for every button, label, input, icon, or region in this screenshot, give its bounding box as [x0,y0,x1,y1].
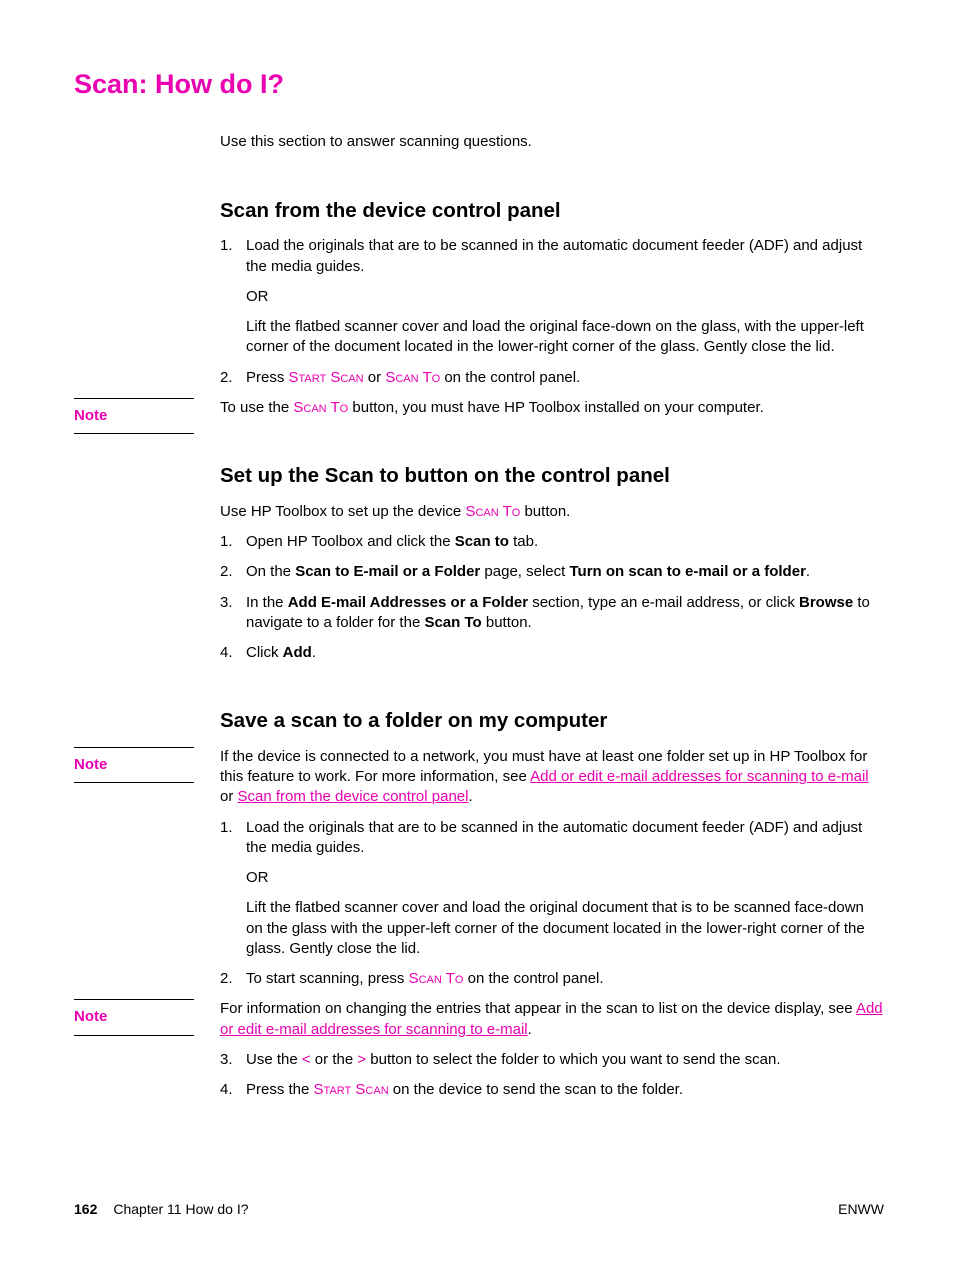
scan-to-label-3: Scan To [465,503,520,520]
s1-note-post: button, you must have HP Toolbox install… [348,399,764,416]
scan-to-bold: Scan to [455,533,509,550]
s3-note2-post: . [528,1021,532,1038]
s2-step4-post: . [312,644,316,661]
section1-heading: Scan from the device control panel [220,197,884,225]
s2-step1-pre: Open HP Toolbox and click the [246,533,455,550]
s3-step2-pre: To start scanning, press [246,970,409,987]
page-title: Scan: How do I? [74,66,884,102]
s1-note: To use the Scan To button, you must have… [220,398,884,418]
s1-step2-post: on the control panel. [440,369,580,386]
s2-step1: Open HP Toolbox and click the Scan to ta… [220,532,884,552]
s1-or: OR [246,287,884,307]
gt-symbol: > [357,1051,366,1068]
scan-to-label-4: Scan To [409,970,464,987]
s2-intro-pre: Use HP Toolbox to set up the device [220,503,465,520]
s3-step4-post: on the device to send the scan to the fo… [389,1081,683,1098]
scan-to-bold-2: Scan To [424,614,481,631]
add-email-bold: Add E-mail Addresses or a Folder [288,594,528,611]
note-label-3: Note [74,999,194,1035]
s3-step1a: Load the originals that are to be scanne… [246,819,862,856]
s1-step2-or: or [364,369,386,386]
s3-step4: Press the Start Scan on the device to se… [220,1080,884,1100]
scan-to-label-2: Scan To [293,399,348,416]
s2-step4-pre: Click [246,644,283,661]
s3-step2-post: on the control panel. [463,970,603,987]
s1-step1a: Load the originals that are to be scanne… [246,237,862,274]
s3-step3-post: button to select the folder to which you… [366,1051,780,1068]
s1-step1b: Lift the flatbed scanner cover and load … [246,317,884,358]
s3-note2-pre: For information on changing the entries … [220,1000,856,1017]
s2-step1-post: tab. [509,533,538,550]
s2-intro: Use HP Toolbox to set up the device Scan… [220,502,884,522]
chapter-label: Chapter 11 How do I? [113,1200,248,1219]
scan-to-email-folder: Scan to E-mail or a Folder [295,563,480,580]
s2-step2-pre: On the [246,563,295,580]
intro-text: Use this section to answer scanning ques… [220,132,884,152]
s3-step2: To start scanning, press Scan To on the … [220,969,884,989]
s2-intro-post: button. [520,503,570,520]
s2-step3-post: button. [482,614,532,631]
add-bold: Add [283,644,312,661]
s3-note1-post: . [468,788,472,805]
s3-or: OR [246,868,884,888]
s2-step2-post: . [806,563,810,580]
s2-step3: In the Add E-mail Addresses or a Folder … [220,593,884,634]
start-scan-label: Start Scan [289,369,364,386]
s3-step3-mid: or the [311,1051,358,1068]
s1-note-pre: To use the [220,399,293,416]
scan-to-label: Scan To [385,369,440,386]
s3-step1b: Lift the flatbed scanner cover and load … [246,898,884,959]
s3-step3-pre: Use the [246,1051,302,1068]
s1-step2-pre: Press [246,369,289,386]
link-add-edit-email[interactable]: Add or edit e-mail addresses for scannin… [530,768,869,785]
s3-note1-mid: or [220,788,238,805]
s3-note2: For information on changing the entries … [220,999,884,1040]
page-number: 162 [74,1200,97,1219]
s2-step4: Click Add. [220,643,884,663]
footer-right: ENWW [838,1200,884,1219]
s3-note1: If the device is connected to a network,… [220,747,884,808]
section2-heading: Set up the Scan to button on the control… [220,462,884,490]
link-scan-from-device[interactable]: Scan from the device control panel [238,788,469,805]
s2-step3-mid: section, type an e-mail address, or clic… [528,594,799,611]
note-label-1: Note [74,398,194,434]
s1-step1: Load the originals that are to be scanne… [220,236,884,357]
s1-step2: Press Start Scan or Scan To on the contr… [220,368,884,388]
browse-bold: Browse [799,594,853,611]
s2-step2-mid: page, select [480,563,569,580]
lt-symbol: < [302,1051,311,1068]
note-label-2: Note [74,747,194,783]
s2-step3-pre: In the [246,594,288,611]
s3-step1: Load the originals that are to be scanne… [220,818,884,960]
section3-heading: Save a scan to a folder on my computer [220,707,884,735]
s2-step2: On the Scan to E-mail or a Folder page, … [220,562,884,582]
turn-on-bold: Turn on scan to e-mail or a folder [569,563,805,580]
s3-step3: Use the < or the > button to select the … [220,1050,884,1070]
start-scan-label-2: Start Scan [314,1081,389,1098]
s3-step4-pre: Press the [246,1081,314,1098]
